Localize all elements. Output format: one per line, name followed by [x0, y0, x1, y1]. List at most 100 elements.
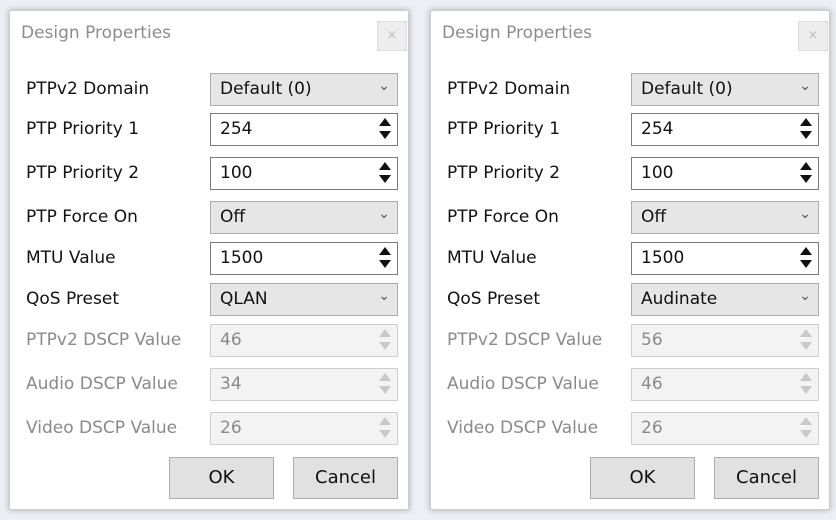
row-ptpv2-dscp: PTPv2 DSCP Value 56 — [431, 324, 831, 358]
spinner-arrows-icon[interactable] — [799, 161, 813, 186]
ptpv2-domain-select[interactable]: Default (0) ⌄ — [631, 73, 819, 106]
video-dscp-stepper: 26 — [210, 412, 398, 445]
spin-up-icon[interactable] — [800, 247, 812, 255]
qos-preset-value: Audinate — [641, 289, 718, 309]
design-properties-dialog-qlan: Design Properties × PTPv2 Domain Default… — [9, 10, 409, 510]
spinner-arrows-icon — [378, 372, 392, 397]
row-audio-dscp: Audio DSCP Value 46 — [431, 368, 831, 402]
spin-down-icon[interactable] — [800, 131, 812, 139]
spinner-arrows-icon[interactable] — [378, 246, 392, 271]
ptp-priority-1-stepper[interactable]: 254 — [210, 113, 398, 146]
row-ptp-priority-2: PTP Priority 2 100 — [10, 157, 410, 191]
mtu-value-label: MTU Value — [26, 248, 116, 268]
row-ptpv2-domain: PTPv2 Domain Default (0) ⌄ — [10, 73, 410, 107]
ptp-force-on-select[interactable]: Off ⌄ — [631, 201, 819, 234]
ptpv2-dscp-stepper: 46 — [210, 324, 398, 357]
row-ptpv2-domain: PTPv2 Domain Default (0) ⌄ — [431, 73, 831, 107]
row-qos-preset: QoS Preset QLAN ⌄ — [10, 283, 410, 317]
spinner-arrows-icon — [378, 416, 392, 441]
spin-up-icon — [379, 417, 391, 425]
video-dscp-stepper: 26 — [631, 412, 819, 445]
spinner-arrows-icon — [799, 328, 813, 353]
row-audio-dscp: Audio DSCP Value 34 — [10, 368, 410, 402]
row-video-dscp: Video DSCP Value 26 — [431, 412, 831, 446]
qos-preset-select[interactable]: Audinate ⌄ — [631, 283, 819, 316]
ptp-force-on-select[interactable]: Off ⌄ — [210, 201, 398, 234]
video-dscp-label: Video DSCP Value — [26, 418, 178, 438]
row-video-dscp: Video DSCP Value 26 — [10, 412, 410, 446]
ptpv2-domain-label: PTPv2 Domain — [447, 79, 571, 99]
design-properties-dialog-audinate: Design Properties × PTPv2 Domain Default… — [430, 10, 830, 510]
ptp-force-on-value: Off — [641, 207, 667, 227]
spinner-arrows-icon[interactable] — [378, 117, 392, 142]
ptpv2-dscp-label: PTPv2 DSCP Value — [447, 330, 603, 350]
video-dscp-label: Video DSCP Value — [447, 418, 599, 438]
ptpv2-domain-value: Default (0) — [641, 79, 733, 99]
spin-down-icon[interactable] — [379, 260, 391, 268]
close-button[interactable]: × — [798, 21, 828, 51]
close-button[interactable]: × — [377, 21, 407, 51]
video-dscp-value: 26 — [220, 418, 242, 438]
audio-dscp-stepper: 46 — [631, 368, 819, 401]
qos-preset-label: QoS Preset — [447, 289, 540, 309]
spin-up-icon[interactable] — [800, 162, 812, 170]
spin-up-icon[interactable] — [379, 247, 391, 255]
audio-dscp-label: Audio DSCP Value — [26, 374, 178, 394]
spin-up-icon — [800, 329, 812, 337]
ptpv2-domain-select[interactable]: Default (0) ⌄ — [210, 73, 398, 106]
spin-down-icon[interactable] — [379, 175, 391, 183]
close-icon: × — [807, 28, 819, 43]
ok-button[interactable]: OK — [590, 457, 695, 499]
chevron-down-icon: ⌄ — [378, 288, 390, 304]
spin-down-icon — [800, 430, 812, 438]
cancel-button[interactable]: Cancel — [293, 457, 398, 499]
mtu-value-stepper[interactable]: 1500 — [210, 242, 398, 275]
ptp-priority-2-value: 100 — [641, 163, 674, 183]
ptpv2-domain-value: Default (0) — [220, 79, 312, 99]
spin-down-icon — [379, 386, 391, 394]
spinner-arrows-icon — [378, 328, 392, 353]
ptp-force-on-label: PTP Force On — [26, 207, 138, 227]
video-dscp-value: 26 — [641, 418, 663, 438]
spin-down-icon — [379, 342, 391, 350]
mtu-value-stepper[interactable]: 1500 — [631, 242, 819, 275]
spin-down-icon[interactable] — [800, 260, 812, 268]
spinner-arrows-icon[interactable] — [799, 117, 813, 142]
chevron-down-icon: ⌄ — [378, 206, 390, 222]
qos-preset-select[interactable]: QLAN ⌄ — [210, 283, 398, 316]
spin-up-icon — [800, 417, 812, 425]
spin-up-icon[interactable] — [379, 118, 391, 126]
ptp-priority-2-stepper[interactable]: 100 — [631, 157, 819, 190]
chevron-down-icon: ⌄ — [799, 78, 811, 94]
ptpv2-domain-label: PTPv2 Domain — [26, 79, 150, 99]
ptp-priority-1-stepper[interactable]: 254 — [631, 113, 819, 146]
chevron-down-icon: ⌄ — [378, 78, 390, 94]
audio-dscp-label: Audio DSCP Value — [447, 374, 599, 394]
spin-down-icon[interactable] — [800, 175, 812, 183]
row-ptp-priority-1: PTP Priority 1 254 — [431, 113, 831, 147]
ok-button[interactable]: OK — [169, 457, 274, 499]
ptp-priority-2-label: PTP Priority 2 — [26, 163, 140, 183]
ptpv2-dscp-value: 46 — [220, 330, 242, 350]
ptp-priority-2-value: 100 — [220, 163, 253, 183]
mtu-value-value: 1500 — [641, 248, 685, 268]
audio-dscp-value: 46 — [641, 374, 663, 394]
row-ptpv2-dscp: PTPv2 DSCP Value 46 — [10, 324, 410, 358]
ptp-priority-1-value: 254 — [641, 119, 674, 139]
spinner-arrows-icon[interactable] — [378, 161, 392, 186]
ptp-priority-1-label: PTP Priority 1 — [447, 119, 561, 139]
spin-up-icon — [800, 373, 812, 381]
cancel-button[interactable]: Cancel — [714, 457, 819, 499]
spinner-arrows-icon[interactable] — [799, 246, 813, 271]
ptp-priority-2-stepper[interactable]: 100 — [210, 157, 398, 190]
spinner-arrows-icon — [799, 416, 813, 441]
row-qos-preset: QoS Preset Audinate ⌄ — [431, 283, 831, 317]
spinner-arrows-icon — [799, 372, 813, 397]
audio-dscp-stepper: 34 — [210, 368, 398, 401]
ptpv2-dscp-value: 56 — [641, 330, 663, 350]
spin-up-icon[interactable] — [800, 118, 812, 126]
ptpv2-dscp-label: PTPv2 DSCP Value — [26, 330, 182, 350]
spin-up-icon[interactable] — [379, 162, 391, 170]
spin-down-icon[interactable] — [379, 131, 391, 139]
ptp-priority-1-label: PTP Priority 1 — [26, 119, 140, 139]
